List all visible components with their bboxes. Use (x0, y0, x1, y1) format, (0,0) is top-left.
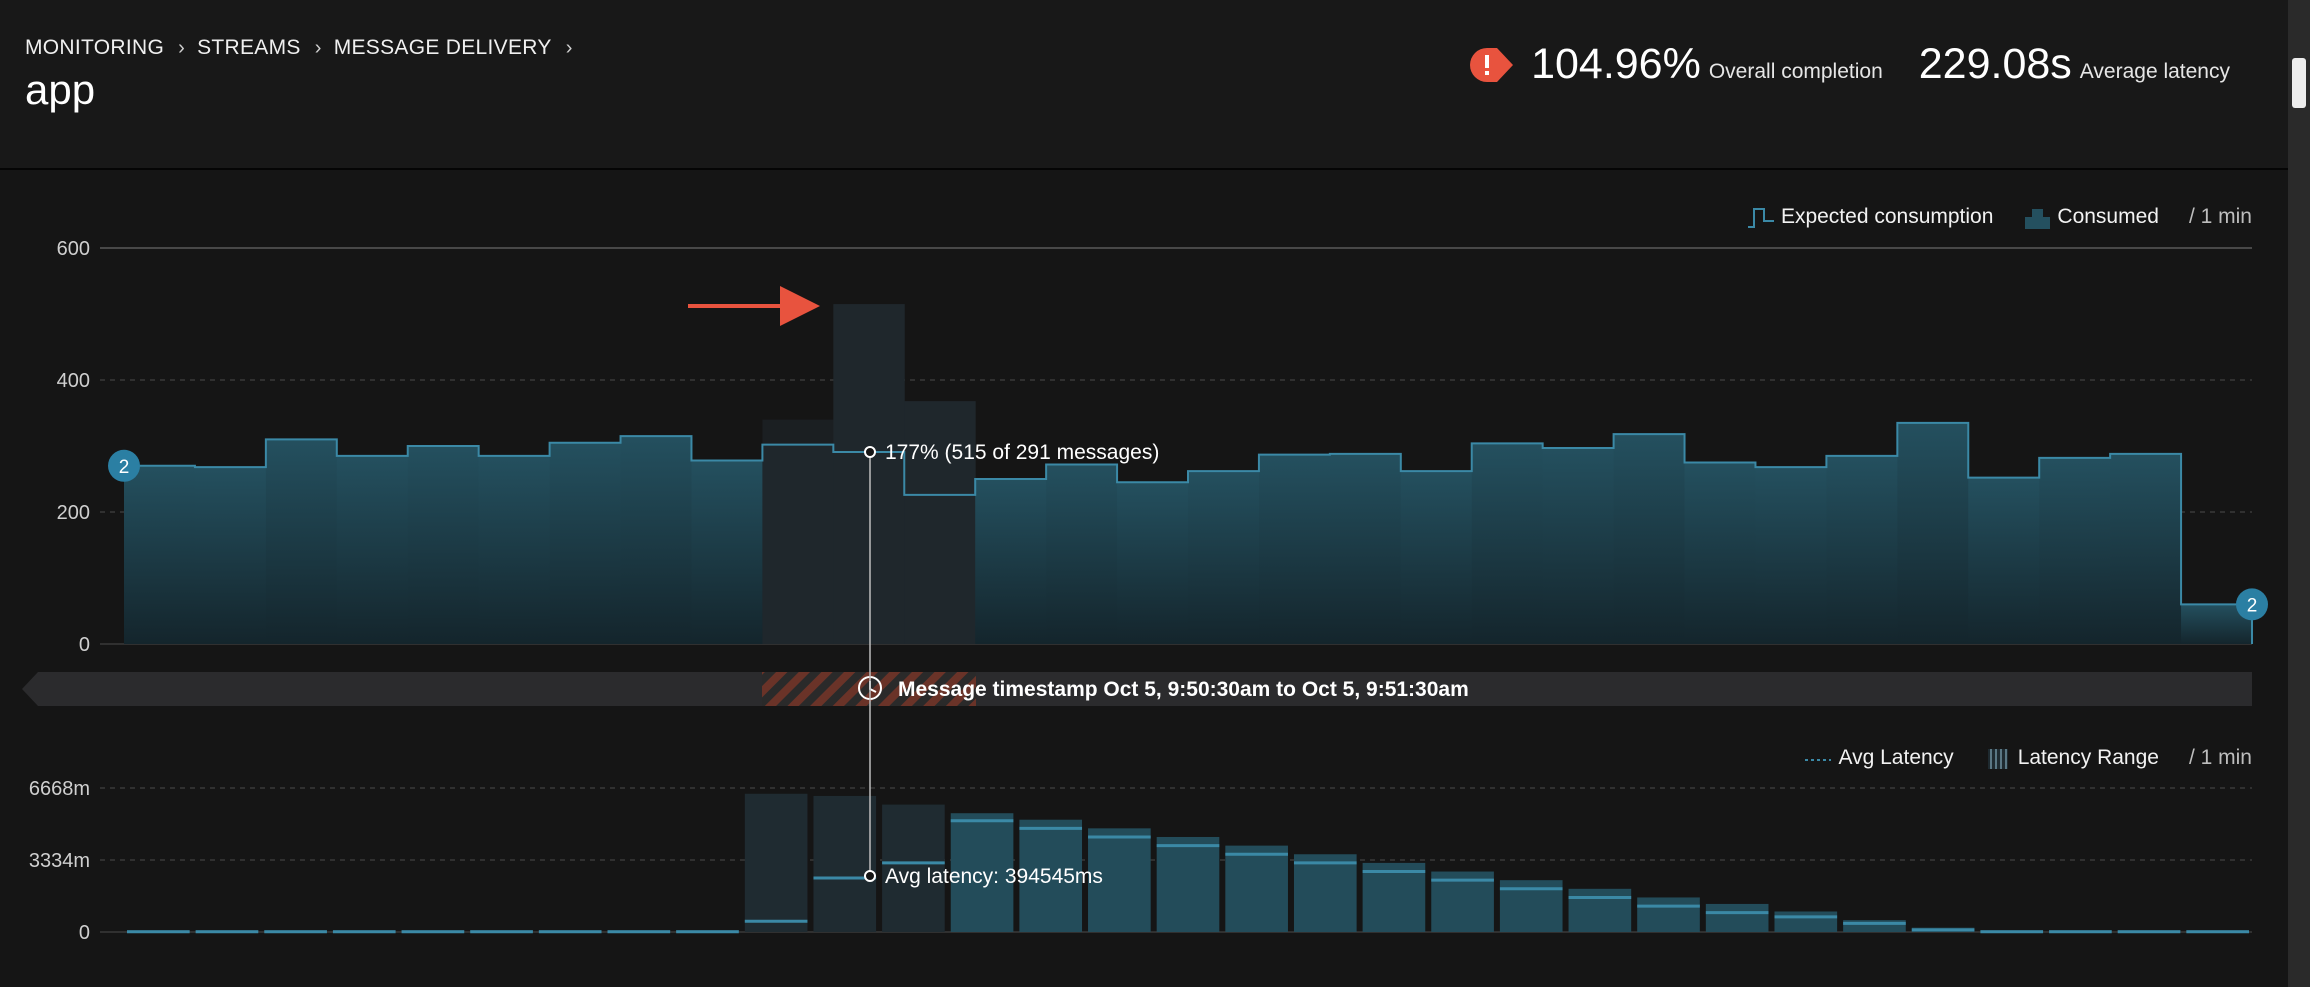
consumed-bar[interactable] (691, 460, 763, 644)
consumed-bar[interactable] (549, 442, 622, 644)
y-tick-label: 600 (57, 238, 90, 260)
consumed-bar[interactable] (265, 439, 338, 644)
y-tick-label: 400 (57, 370, 90, 392)
consumed-bar[interactable] (1329, 453, 1402, 644)
latency-range-bar[interactable] (1568, 888, 1632, 932)
latency-range-bar[interactable] (1705, 903, 1769, 932)
consumed-bar[interactable] (1188, 471, 1260, 644)
hover-point (864, 446, 876, 458)
latency-range-bar[interactable] (1774, 911, 1838, 932)
latency-range-bar[interactable] (1637, 897, 1700, 932)
consumed-bar[interactable] (2039, 457, 2111, 644)
consumed-bar[interactable] (1684, 462, 1756, 645)
consumed-bar[interactable] (620, 436, 692, 644)
tooltip-latency: Avg latency: 394545ms (885, 865, 1103, 888)
consumed-bar[interactable] (1258, 454, 1331, 644)
consumed-bar[interactable] (2110, 453, 2182, 644)
consumed-bar[interactable] (336, 455, 409, 644)
latency-range-bar[interactable] (1293, 854, 1357, 932)
consumed-bar[interactable] (194, 467, 267, 644)
latency-range-bar[interactable] (1156, 836, 1220, 932)
consumed-bar[interactable] (1400, 471, 1473, 644)
tooltip-consumption: 177% (515 of 291 messages) (885, 441, 1159, 464)
consumed-bar[interactable] (1897, 422, 1969, 644)
consumed-bar[interactable] (904, 401, 976, 644)
consumed-bar[interactable] (1117, 482, 1189, 644)
latency-range-bar[interactable] (744, 793, 808, 932)
page-scrollbar[interactable] (2288, 0, 2310, 987)
latency-range-bar[interactable] (1362, 862, 1426, 932)
consumed-bar[interactable] (1826, 455, 1898, 644)
consumed-bar[interactable] (478, 455, 551, 644)
marker-count: 2 (119, 457, 130, 478)
consumed-bar[interactable] (833, 304, 905, 644)
marker-count: 2 (2247, 595, 2258, 616)
y-tick-label: 0 (79, 922, 90, 944)
consumed-bar[interactable] (1755, 467, 1827, 644)
y-tick-label: 0 (79, 634, 90, 656)
data-point-marker[interactable]: 2 (108, 449, 140, 482)
consumed-bar[interactable] (1542, 447, 1615, 644)
timestamp-label: Message timestamp Oct 5, 9:50:30am to Oc… (898, 678, 1469, 701)
consumed-bar[interactable] (124, 465, 196, 644)
data-point-marker[interactable]: 2 (2236, 588, 2268, 621)
scrollbar-thumb[interactable] (2292, 58, 2306, 108)
latency-range-bar[interactable] (813, 795, 877, 932)
consumed-bar[interactable] (975, 479, 1047, 644)
y-tick-label: 200 (57, 502, 90, 524)
hover-point (864, 870, 876, 882)
y-tick-label: 6668m (29, 778, 90, 800)
consumed-bar[interactable] (762, 444, 834, 644)
delivery-charts: 600 400 200 0 2 2 Message timestamp Oct 5, 9… (22, 238, 2268, 944)
y-tick-label: 3334m (29, 850, 90, 872)
consumed-bar[interactable] (1471, 443, 1544, 644)
consumed-bar[interactable] (1968, 477, 2040, 644)
consumed-bar[interactable] (407, 446, 480, 644)
consumed-bar[interactable] (1046, 464, 1118, 644)
latency-range-bar[interactable] (1225, 845, 1288, 932)
consumed-bar[interactable] (1613, 434, 1686, 644)
